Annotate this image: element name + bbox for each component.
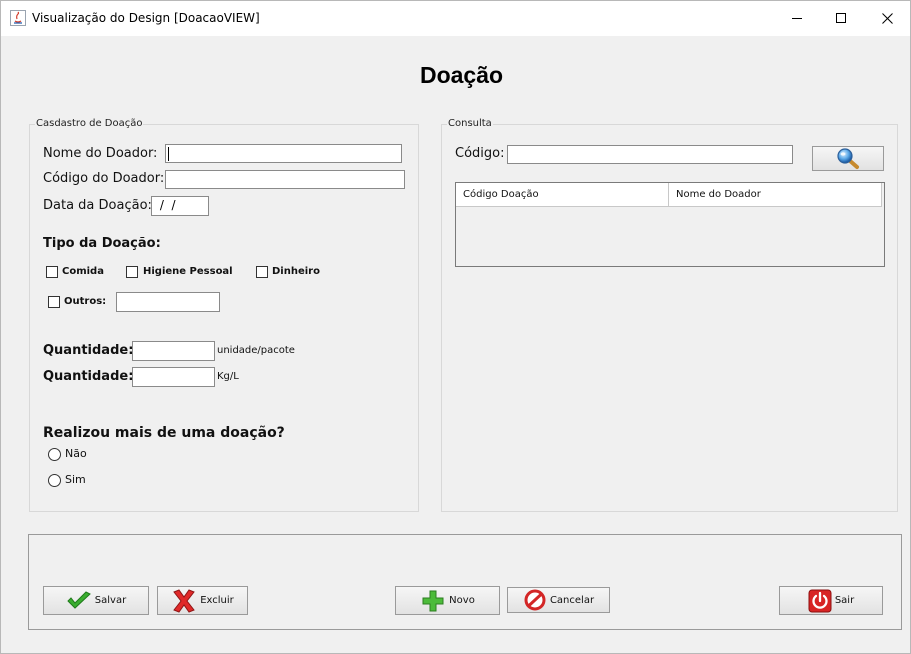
- sim-radio[interactable]: [48, 474, 61, 487]
- codigo-doador-label: Código do Doador:: [43, 171, 165, 186]
- higiene-checkbox-label: Higiene Pessoal: [143, 266, 233, 277]
- table-header-codigo[interactable]: Código Doação: [456, 183, 669, 207]
- codigo-consulta-input[interactable]: [507, 145, 793, 164]
- cancel-icon: [524, 589, 546, 611]
- minimize-button[interactable]: [774, 1, 820, 36]
- text-caret: [168, 147, 169, 161]
- data-doacao-input[interactable]: / /: [151, 196, 209, 216]
- search-button[interactable]: [812, 146, 884, 171]
- maximize-button[interactable]: [818, 1, 864, 36]
- codigo-consulta-label: Código:: [455, 146, 505, 161]
- search-icon: [837, 147, 859, 169]
- window-title: Visualização do Design [DoacaoVIEW]: [32, 11, 260, 25]
- maximize-icon: [835, 13, 846, 23]
- higiene-checkbox[interactable]: [126, 266, 138, 278]
- delete-x-icon: [173, 588, 196, 613]
- consulta-group: Consulta Código: Código Doação Nome do D…: [441, 117, 898, 512]
- salvar-button-label: Salvar: [94, 595, 127, 606]
- minimize-icon: [791, 18, 802, 19]
- nao-radio[interactable]: [48, 448, 61, 461]
- application-window: Visualização do Design [DoacaoVIEW] Doaç…: [0, 0, 911, 654]
- nome-doador-input[interactable]: [165, 144, 402, 163]
- sair-button[interactable]: Sair: [779, 586, 883, 615]
- outros-checkbox-label: Outros:: [64, 296, 107, 307]
- dinheiro-checkbox-label: Dinheiro: [272, 266, 320, 277]
- actions-panel: [28, 534, 902, 630]
- cadastro-group-title: Casdastro de Doação: [35, 117, 144, 131]
- table-header-nome[interactable]: Nome do Doador: [669, 183, 882, 207]
- mais-doacao-question: Realizou mais de uma doação?: [43, 425, 285, 441]
- dinheiro-checkbox[interactable]: [256, 266, 268, 278]
- nome-doador-label: Nome do Doador:: [43, 146, 158, 161]
- excluir-button-label: Excluir: [200, 595, 234, 606]
- quantidade-peso-unit: Kg/L: [217, 371, 239, 382]
- consulta-table[interactable]: Código Doação Nome do Doador: [455, 182, 885, 267]
- quantidade-unidade-unit: unidade/pacote: [217, 345, 295, 356]
- sair-button-label: Sair: [834, 595, 855, 606]
- content-pane: Doação Casdastro de Doação Nome do Doado…: [1, 36, 910, 653]
- page-title: Doação: [419, 62, 504, 88]
- sim-radio-label: Sim: [65, 473, 86, 486]
- data-doacao-label: Data da Doação:: [43, 198, 152, 213]
- java-app-icon: [10, 10, 26, 26]
- check-icon: [67, 590, 91, 609]
- outros-input[interactable]: [116, 292, 220, 312]
- codigo-doador-input[interactable]: [165, 170, 405, 189]
- quantidade-unidade-label: Quantidade:: [43, 343, 134, 358]
- cancelar-button[interactable]: Cancelar: [507, 587, 610, 613]
- consulta-group-title: Consulta: [447, 117, 493, 131]
- close-button[interactable]: [864, 1, 910, 36]
- cancelar-button-label: Cancelar: [549, 594, 595, 606]
- tipo-doacao-label: Tipo da Doação:: [43, 236, 161, 251]
- power-icon: [808, 589, 832, 612]
- close-icon: [881, 13, 893, 24]
- comida-checkbox[interactable]: [46, 266, 58, 278]
- novo-button[interactable]: Novo: [395, 586, 500, 615]
- cadastro-group: Casdastro de Doação Nome do Doador: Códi…: [29, 117, 419, 512]
- novo-button-label: Novo: [449, 595, 475, 606]
- plus-icon: [422, 590, 444, 611]
- excluir-button[interactable]: Excluir: [157, 586, 248, 615]
- quantidade-unidade-input[interactable]: [132, 341, 215, 361]
- title-bar: Visualização do Design [DoacaoVIEW]: [1, 1, 910, 36]
- comida-checkbox-label: Comida: [62, 266, 104, 277]
- quantidade-peso-input[interactable]: [132, 367, 215, 387]
- salvar-button[interactable]: Salvar: [43, 586, 149, 615]
- quantidade-peso-label: Quantidade:: [43, 369, 134, 384]
- nao-radio-label: Não: [65, 447, 87, 460]
- outros-checkbox[interactable]: [48, 296, 60, 308]
